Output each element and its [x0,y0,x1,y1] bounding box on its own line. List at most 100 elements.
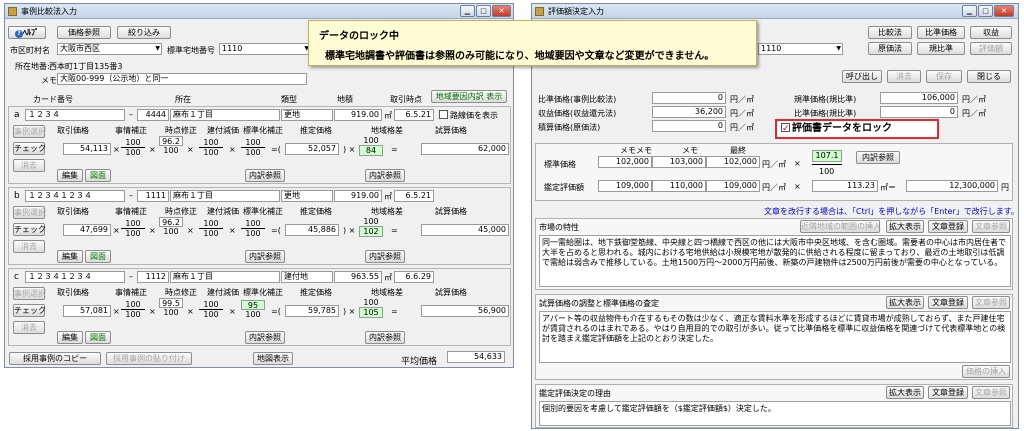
delete-button[interactable]: 消去 [13,240,45,253]
case-time[interactable]: 6.6.29 [394,271,434,283]
select-case-button[interactable]: 事例選択 [13,206,46,219]
ratio-top[interactable]: 96.2 [159,217,183,227]
eval-price-final[interactable]: 109,000 [706,180,760,192]
doc-reference-button-3[interactable]: 文章参照 [972,386,1010,399]
card-number[interactable]: １２３４１２３４ [25,271,125,283]
paste-cases-button[interactable]: 採用事例の貼り付け [106,352,192,365]
region-detail-button[interactable]: 内訳参照 [365,331,405,344]
case-area[interactable]: 919.00 [334,190,382,202]
doc-reference-button[interactable]: 文章参照 [972,220,1010,233]
eval-price-memo2[interactable]: 110,000 [652,180,706,192]
case-location[interactable]: 麻布１丁目 [170,271,280,283]
delete-button[interactable]: 消去 [13,321,45,334]
doc-register-button[interactable]: 文章登録 [928,220,968,233]
card-number[interactable]: １２３４ [25,109,125,121]
standard-price-memo[interactable]: 102,000 [598,156,652,168]
doc-register-button-3[interactable]: 文章登録 [928,386,968,399]
standard-price-memo2[interactable]: 103,000 [652,156,706,168]
reason-text[interactable]: 個別的要因を考慮して鑑定評価額を（$鑑定評価額$）決定した。 [539,401,1011,426]
case-number[interactable]: 4444 [137,109,169,121]
standard-price-final[interactable]: 102,000 [706,156,760,168]
price-reference-button[interactable]: 価格参照 [57,26,111,39]
eval-price-memo[interactable]: 109,000 [598,180,652,192]
check-button[interactable]: チェック [13,142,46,155]
check-button[interactable]: チェック [13,304,46,317]
case-area[interactable]: 919.00 [334,109,382,121]
case-area[interactable]: 963.55 [334,271,382,283]
edit-button[interactable]: 編集 [57,331,83,344]
market-text[interactable]: 同一需給圏は、地下鉄御堂筋線、中央線と四つ橋線で西区の他には大阪市中央区地域、を… [539,235,1011,287]
ratio-top[interactable]: 95 [241,300,265,310]
maximize-button[interactable]: □ [476,5,491,17]
edit-button[interactable]: 編集 [57,169,83,182]
help-button[interactable]: ? ﾍﾙﾌﾟ [8,26,46,39]
doc-reference-button-2[interactable]: 文章参照 [972,296,1010,309]
case-number[interactable]: 1111 [137,190,169,202]
trade-price[interactable]: 57,081 [63,305,111,317]
save-button[interactable]: 保存 [926,70,962,83]
region-detail-button[interactable]: 内訳参照 [365,250,405,263]
region-factor-button[interactable]: 地域要因内訳 表示 [431,90,507,103]
standard-lot-select[interactable]: 1110 [758,43,843,55]
minimize-button[interactable]: ▁ [962,5,977,17]
income-button[interactable]: 収益 [970,26,1012,39]
map-button[interactable]: 図面 [85,250,111,263]
lock-checkbox[interactable]: 評価書データをロック [775,119,939,139]
city-select[interactable]: 大阪市西区 [57,43,162,55]
copy-cases-button[interactable]: 採用事例のコピー [9,352,101,365]
clear-button[interactable]: 消去 [887,70,921,83]
valuation-button[interactable]: 評価額 [970,42,1012,55]
minimize-button[interactable]: ▁ [460,5,475,17]
map-button[interactable]: 図面 [85,169,111,182]
standard-comparison-button[interactable]: 規比準 [917,42,965,55]
region-value[interactable]: 102 [359,226,383,237]
ratio-top[interactable]: 96.2 [159,136,183,146]
filter-button[interactable]: 絞り込み [117,26,171,39]
trade-price[interactable]: 47,699 [63,224,111,236]
card-number[interactable]: １２３４１２３４ [25,190,125,202]
case-number[interactable]: 1112 [137,271,169,283]
map-view-button[interactable]: 地図表示 [253,352,293,365]
comparable-price-button[interactable]: 比準価格 [917,26,965,39]
select-case-button[interactable]: 事例選択 [13,125,46,138]
region-detail-button[interactable]: 内訳参照 [365,169,405,182]
zoom-button-2[interactable]: 拡大表示 [886,296,924,309]
cost-method-button[interactable]: 原価法 [868,42,912,55]
memo-field[interactable]: 大阪00-999（公示地）と同一 [57,73,307,85]
case-location[interactable]: 麻布１丁目 [170,190,280,202]
call-button[interactable]: 呼び出し [842,70,882,83]
case-time[interactable]: 6.5.21 [394,190,434,202]
std-detail-button[interactable]: 内訳参照 [245,250,285,263]
adjust-text[interactable]: アパート等の収益物件も介在するもその数は少なく、適正な賃料水準を形成するほどに賃… [539,311,1011,363]
case-location[interactable]: 麻布１丁目 [170,109,280,121]
region-value[interactable]: 105 [359,307,383,318]
close-window-button[interactable]: 閉じる [967,70,1011,83]
standard-lot-select[interactable]: 1110 [219,43,311,55]
trade-price[interactable]: 54,113 [63,143,111,155]
insert-price-button[interactable]: 価格の挿入 [962,365,1010,378]
close-button[interactable]: ✕ [994,5,1014,17]
case-type[interactable]: 更地 [281,109,333,121]
ratio-numerator[interactable]: 107.1 [812,150,842,162]
zoom-button[interactable]: 拡大表示 [886,220,924,233]
edit-button[interactable]: 編集 [57,250,83,263]
region-value[interactable]: 84 [359,145,383,156]
ratio-top[interactable]: 99.5 [159,298,183,308]
doc-register-button-2[interactable]: 文章登録 [928,296,968,309]
maximize-button[interactable]: □ [978,5,993,17]
case-type[interactable]: 更地 [281,190,333,202]
std-detail-button[interactable]: 内訳参照 [245,331,285,344]
case-time[interactable]: 6.5.21 [394,109,434,121]
comparison-button[interactable]: 比較法 [868,26,912,39]
detail-reference-button[interactable]: 内訳参照 [856,151,900,164]
case-type[interactable]: 建付地 [281,271,333,283]
map-button[interactable]: 図面 [85,331,111,344]
zoom-button-3[interactable]: 拡大表示 [886,386,924,399]
select-case-button[interactable]: 事例選択 [13,287,46,300]
close-button[interactable]: ✕ [492,5,511,17]
delete-button[interactable]: 消去 [13,159,45,172]
insert-neighborhood-button[interactable]: 近隣地域の範囲の挿入 [800,220,881,233]
check-button[interactable]: チェック [13,223,46,236]
exclude-checkbox[interactable]: 路線価を表示 [439,110,498,121]
std-detail-button[interactable]: 内訳参照 [245,169,285,182]
